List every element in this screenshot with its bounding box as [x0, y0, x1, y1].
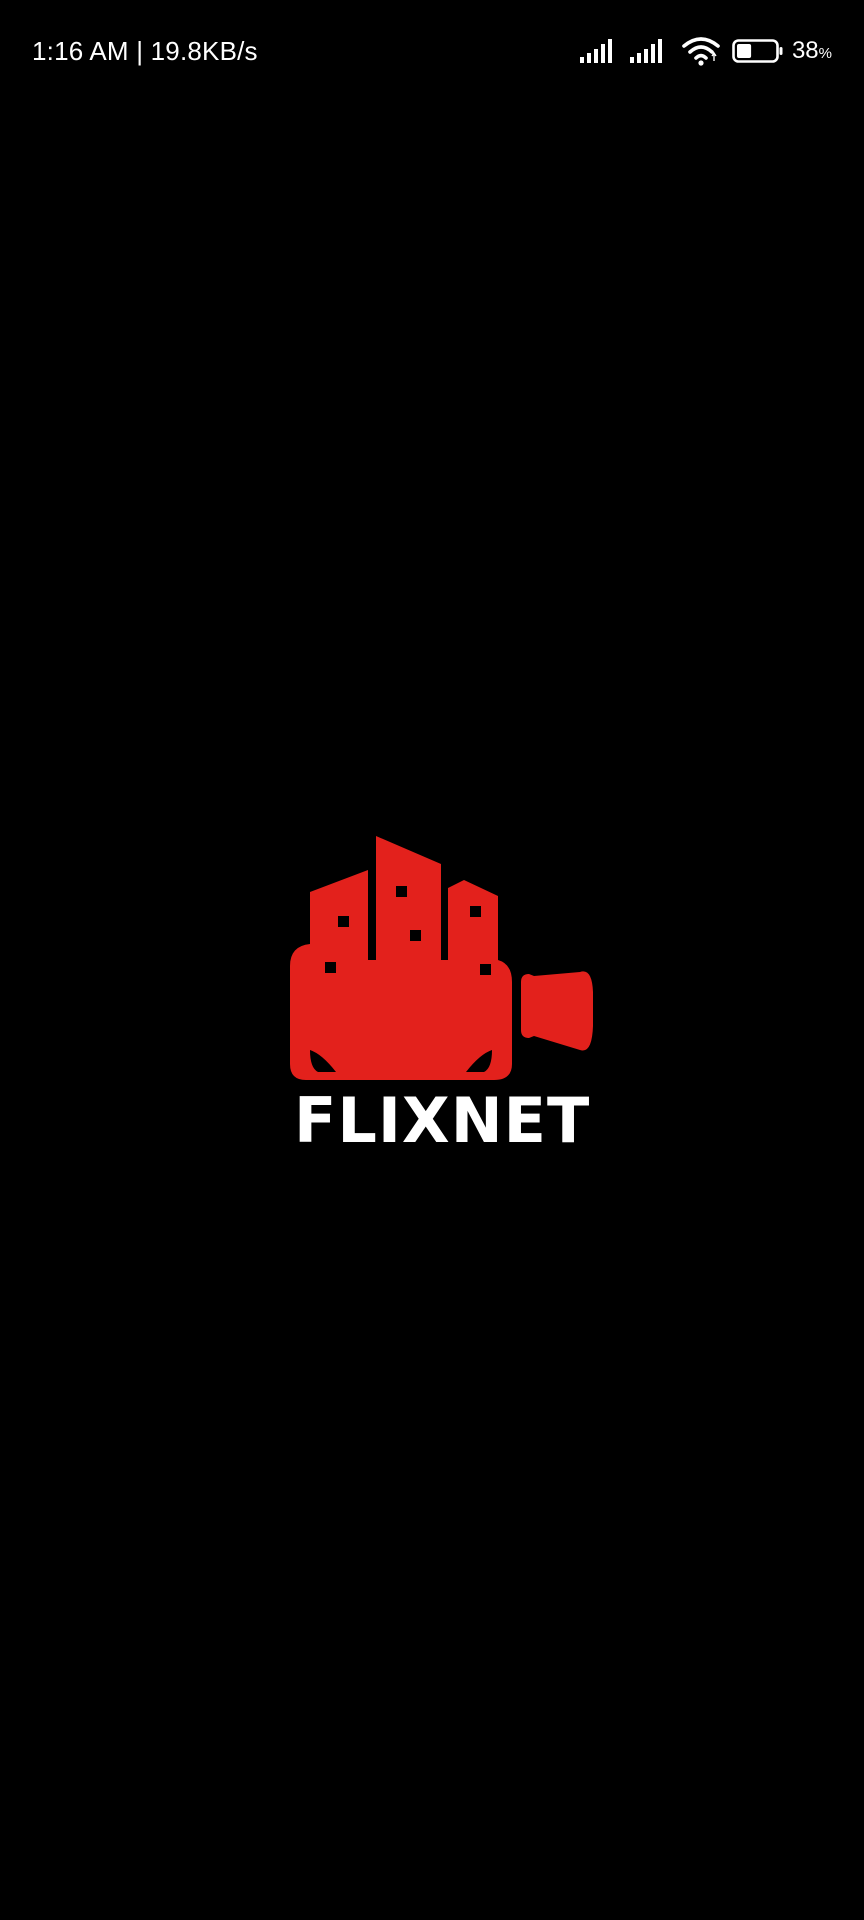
- brand-name: FLIXNET: [294, 1084, 591, 1157]
- city-video-camera-logo: [290, 836, 593, 1080]
- splash-screen: FLIXNET: [0, 0, 864, 1920]
